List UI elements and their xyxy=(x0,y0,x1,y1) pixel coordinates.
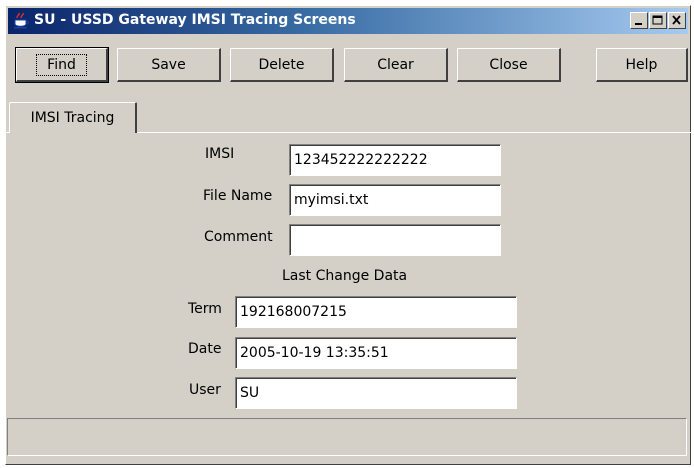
clear-button-label: Clear xyxy=(377,56,414,73)
tab-imsi-tracing[interactable]: IMSI Tracing xyxy=(9,102,137,133)
last-change-data-heading: Last Change Data xyxy=(282,268,408,284)
close-button-label: Close xyxy=(489,56,528,73)
clear-button[interactable]: Clear xyxy=(344,48,448,82)
comment-label: Comment xyxy=(204,229,273,245)
window-title: SU - USSD Gateway IMSI Tracing Screens xyxy=(34,12,356,28)
maximize-button[interactable] xyxy=(649,12,667,29)
close-button[interactable]: Close xyxy=(457,48,561,82)
user-field[interactable] xyxy=(235,377,517,409)
close-icon xyxy=(672,15,681,25)
delete-button[interactable]: Delete xyxy=(230,48,334,82)
imsi-label: IMSI xyxy=(205,146,235,162)
file-name-label: File Name xyxy=(203,188,273,204)
maximize-icon xyxy=(652,15,663,25)
date-label: Date xyxy=(188,341,222,357)
comment-field[interactable] xyxy=(289,224,501,256)
date-field[interactable] xyxy=(235,337,517,369)
minimize-icon xyxy=(635,23,642,25)
help-button-label: Help xyxy=(625,56,658,73)
find-button[interactable]: Find xyxy=(15,47,109,83)
close-window-button[interactable] xyxy=(668,12,686,29)
delete-button-label: Delete xyxy=(258,56,305,73)
help-button[interactable]: Help xyxy=(596,48,688,82)
file-name-field[interactable] xyxy=(289,184,501,216)
save-button[interactable]: Save xyxy=(117,48,221,82)
user-label: User xyxy=(189,382,221,398)
term-label: Term xyxy=(188,301,222,317)
title-bar[interactable]: SU - USSD Gateway IMSI Tracing Screens xyxy=(8,8,688,34)
java-cup-icon xyxy=(14,12,29,29)
term-field[interactable] xyxy=(235,296,517,328)
tab-imsi-tracing-label: IMSI Tracing xyxy=(30,110,115,126)
status-bar xyxy=(7,418,687,456)
minimize-button[interactable] xyxy=(630,12,648,29)
find-button-label: Find xyxy=(36,53,87,76)
imsi-field[interactable] xyxy=(289,144,501,176)
save-button-label: Save xyxy=(151,56,186,73)
